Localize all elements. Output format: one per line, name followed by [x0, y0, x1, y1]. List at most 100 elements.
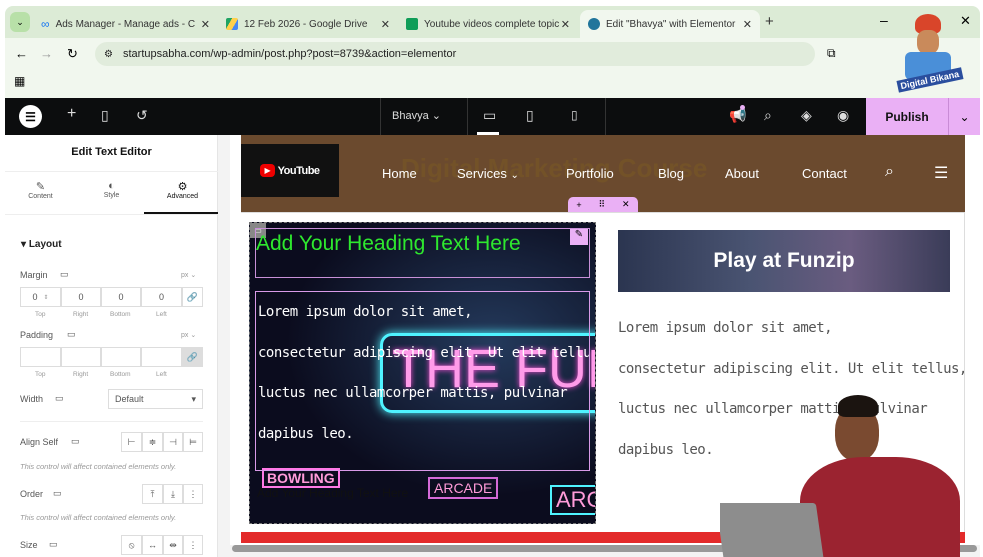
forward-icon[interactable]: → [40, 46, 53, 61]
help-note: This control will affect contained eleme… [20, 462, 177, 471]
padding-top-input[interactable] [20, 347, 61, 367]
site-info-icon[interactable]: ⚙ [104, 49, 113, 60]
order-end-button[interactable]: ⤓ [163, 484, 183, 504]
link-values-icon[interactable]: 🔗 [182, 347, 203, 367]
history-icon[interactable]: ↺ [136, 107, 148, 124]
back-icon[interactable]: ← [15, 46, 28, 61]
page-settings-icon[interactable]: ▯ [101, 107, 109, 124]
section-handle[interactable]: + ⠿ ✕ [568, 197, 638, 212]
responsive-desktop-icon[interactable]: ▭ [53, 488, 62, 499]
responsive-desktop-icon[interactable]: ▭ [60, 269, 69, 280]
paragraph-line: consectetur adipiscing elit. Ut elit tel… [258, 344, 590, 361]
align-end-button[interactable]: ⊣ [163, 432, 183, 452]
mobile-view-icon[interactable]: ▯ [571, 108, 578, 122]
page-name-dropdown[interactable]: Bhavya ⌄ [392, 109, 441, 122]
wordpress-icon [588, 18, 600, 30]
nav-about[interactable]: About [725, 166, 759, 181]
align-center-button[interactable]: ≑ [142, 432, 163, 452]
size-shrink-button[interactable]: ⇹ [163, 535, 183, 555]
tablet-view-icon[interactable]: ▯ [526, 107, 534, 124]
text-editor-widget[interactable]: Lorem ipsum dolor sit amet, consectetur … [255, 291, 590, 471]
align-stretch-button[interactable]: ⊨ [183, 432, 203, 452]
nav-portfolio[interactable]: Portfolio [566, 166, 614, 181]
nav-home[interactable]: Home [382, 166, 417, 181]
tab-advanced[interactable]: ⚙ Advanced [147, 180, 218, 200]
margin-left-input[interactable]: 0 [141, 287, 182, 307]
padding-bottom-input[interactable] [101, 347, 141, 367]
preview-icon[interactable]: ◉ [837, 107, 849, 124]
nav-services[interactable]: Services ⌄ [457, 166, 519, 181]
width-label: Width [20, 394, 44, 404]
extensions-icon[interactable]: ⧉ [827, 46, 836, 61]
heading-text: Add Your Heading Text Here [256, 232, 521, 255]
margin-bottom-input[interactable]: 0 [101, 287, 141, 307]
help-note: This control will affect contained eleme… [20, 513, 177, 522]
order-label: Order [20, 489, 44, 499]
close-tab-icon[interactable]: ✕ [743, 18, 752, 31]
order-start-button[interactable]: ⤒ [142, 484, 163, 504]
tab-search-button[interactable]: ⌄ [10, 12, 30, 32]
new-tab-button[interactable]: + [765, 13, 774, 30]
align-start-button[interactable]: ⊢ [121, 432, 142, 452]
browser-tab-active[interactable]: Edit "Bhavya" with Elementor ✕ [580, 10, 760, 38]
padding-unit-select[interactable]: px ⌄ [181, 331, 196, 339]
align-self-label: Align Self [20, 437, 59, 447]
gear-icon: ⚙ [177, 181, 188, 193]
close-tab-icon[interactable]: ✕ [201, 18, 210, 31]
address-bar[interactable]: ⚙ startupsabha.com/wp-admin/post.php?post… [95, 42, 815, 66]
side-label: Right [73, 311, 89, 318]
responsive-desktop-icon[interactable]: ▭ [55, 393, 64, 404]
heading-widget-small[interactable]: Add Your Heading Text Here [257, 486, 408, 500]
hamburger-menu-icon[interactable]: ☰ [934, 163, 948, 183]
side-label: Right [73, 371, 89, 378]
padding-right-input[interactable] [61, 347, 101, 367]
reload-icon[interactable]: ↻ [67, 46, 78, 62]
browser-tab[interactable]: Youtube videos complete topic ✕ [398, 10, 578, 38]
desktop-view-icon[interactable]: ▭ [483, 107, 496, 124]
responsive-desktop-icon[interactable]: ▭ [71, 436, 80, 447]
width-select[interactable]: Default ▾ [108, 389, 203, 409]
meta-icon: ∞ [41, 17, 50, 31]
size-none-button[interactable]: ⦸ [121, 535, 142, 555]
search-icon[interactable]: ⌕ [764, 107, 772, 124]
responsive-desktop-icon[interactable]: ▭ [67, 329, 76, 340]
site-logo[interactable]: ▶ YouTube [241, 144, 339, 197]
section-layout-toggle[interactable]: ▾ Layout [21, 239, 62, 250]
margin-unit-select[interactable]: px ⌄ [181, 271, 196, 279]
padding-left-input[interactable] [141, 347, 182, 367]
paragraph-line: Lorem ipsum dolor sit amet, [258, 304, 473, 320]
search-icon[interactable]: ⌕ [885, 163, 894, 181]
close-tab-icon[interactable]: ✕ [561, 18, 570, 31]
drag-handle-icon[interactable]: ⠿ [599, 199, 606, 210]
contrast-icon: ◐ [108, 180, 115, 192]
chevron-down-icon: ⌄ [510, 170, 519, 181]
add-element-icon[interactable]: + [67, 105, 76, 123]
add-section-icon[interactable]: + [576, 200, 581, 210]
publish-options-chevron-icon[interactable]: ⌄ [948, 98, 980, 135]
browser-tab[interactable]: ∞ Ads Manager - Manage ads - C ✕ [33, 10, 218, 38]
margin-label: Margin [20, 270, 48, 280]
nav-blog[interactable]: Blog [658, 166, 684, 181]
tab-content[interactable]: ✎ Content [5, 180, 76, 200]
tab-style[interactable]: ◐ Style [76, 180, 147, 199]
elementor-logo-button[interactable]: ☰ [19, 105, 42, 128]
nav-contact[interactable]: Contact [802, 166, 847, 181]
margin-right-input[interactable]: 0 [61, 287, 101, 307]
structure-icon[interactable]: ◈ [801, 107, 812, 124]
responsive-desktop-icon[interactable]: ▭ [49, 539, 58, 550]
margin-top-input[interactable]: 0 ⇕ [20, 287, 61, 307]
paragraph-line: consectetur adipiscing elit. Ut elit tel… [618, 360, 967, 377]
delete-section-icon[interactable]: ✕ [622, 199, 630, 210]
browser-tab[interactable]: 12 Feb 2026 - Google Drive ✕ [218, 10, 398, 38]
link-values-icon[interactable]: 🔗 [182, 287, 203, 307]
arcade-image-banner: Play at Funzip [618, 230, 950, 292]
edit-widget-icon[interactable]: ✎ [570, 229, 588, 245]
order-more-button[interactable]: ⋮ [183, 484, 203, 504]
publish-button[interactable]: Publish [866, 98, 948, 135]
minimize-button[interactable]: – [880, 12, 888, 28]
apps-icon[interactable]: ▦ [14, 74, 25, 88]
heading-widget[interactable]: Add Your Heading Text Here [255, 228, 590, 278]
size-grow-button[interactable]: ↔ [142, 535, 163, 555]
close-tab-icon[interactable]: ✕ [381, 18, 390, 31]
size-more-button[interactable]: ⋮ [183, 535, 203, 555]
